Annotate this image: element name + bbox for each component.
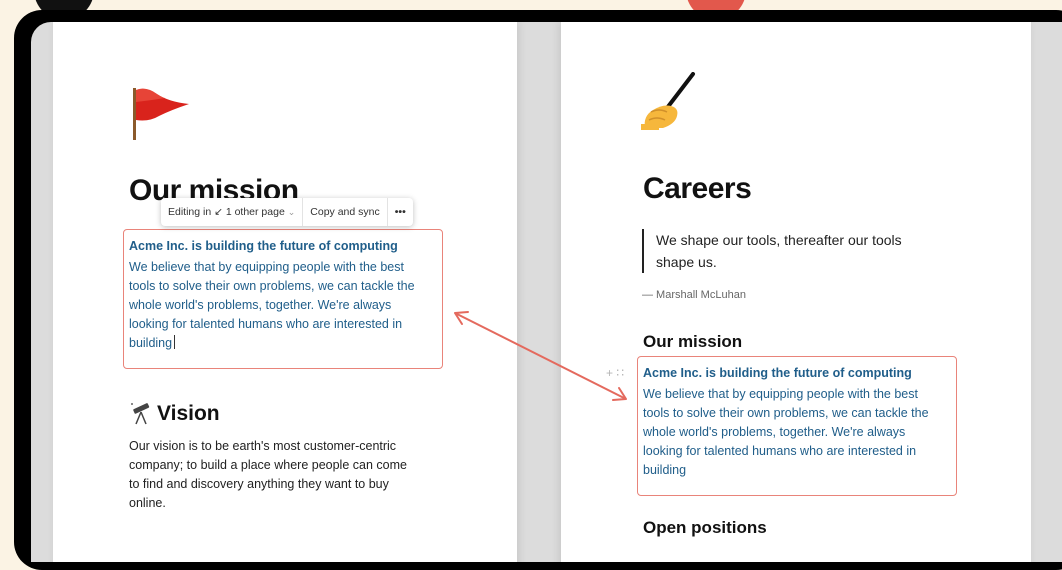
synced-line: We believe that by equipping people with… bbox=[129, 260, 404, 274]
more-options-icon[interactable]: ••• bbox=[388, 198, 413, 226]
text-cursor bbox=[174, 335, 176, 349]
vision-paragraph: Our vision is to be earth's most custome… bbox=[129, 439, 407, 510]
synced-line: tools to solve their own problems, we ca… bbox=[129, 279, 415, 293]
synced-line: We believe that by equipping people with… bbox=[643, 387, 918, 401]
screen: Our mission Acme Inc. is building the fu… bbox=[31, 22, 1062, 562]
section-heading-open-positions: Open positions bbox=[643, 518, 767, 537]
copy-and-sync-button[interactable]: Copy and sync bbox=[303, 198, 386, 226]
chevron-down-icon: ⌄ bbox=[287, 207, 296, 217]
synced-line: building bbox=[129, 336, 173, 350]
synced-line: tools to solve their own problems, we ca… bbox=[643, 406, 929, 420]
red-flag-icon bbox=[131, 82, 191, 147]
synced-line: whole world's problems, together. We're … bbox=[643, 425, 906, 439]
synced-line: building bbox=[643, 463, 687, 477]
synced-block-heading: Acme Inc. is building the future of comp… bbox=[129, 239, 398, 253]
writing-hand-icon bbox=[641, 72, 697, 137]
quote-block: We shape our tools, thereafter our tools… bbox=[642, 229, 956, 273]
quote-attribution: — Marshall McLuhan bbox=[642, 289, 746, 301]
right-page: Careers We shape our tools, thereafter o… bbox=[561, 22, 1031, 562]
block-drag-handle-icon[interactable]: + ∷ bbox=[606, 366, 624, 380]
synced-line: whole world's problems, together. We're … bbox=[129, 298, 392, 312]
synced-block-toolbar: Editing in ↙ 1 other page ⌄ Copy and syn… bbox=[161, 198, 413, 226]
synced-block-original[interactable]: Acme Inc. is building the future of comp… bbox=[123, 229, 443, 369]
left-page: Our mission Acme Inc. is building the fu… bbox=[53, 22, 517, 562]
page-title: Careers bbox=[643, 172, 752, 205]
editing-in-dropdown[interactable]: Editing in ↙ 1 other page ⌄ bbox=[161, 198, 302, 226]
synced-block-heading: Acme Inc. is building the future of comp… bbox=[643, 366, 912, 380]
synced-line: looking for talented humans who are inte… bbox=[129, 317, 403, 331]
section-heading-vision: Vision bbox=[157, 402, 220, 425]
synced-block-copy[interactable]: Acme Inc. is building the future of comp… bbox=[637, 356, 957, 496]
telescope-icon bbox=[129, 400, 155, 431]
synced-line: looking for talented humans who are inte… bbox=[643, 444, 917, 458]
section-heading-our-mission: Our mission bbox=[643, 332, 743, 351]
